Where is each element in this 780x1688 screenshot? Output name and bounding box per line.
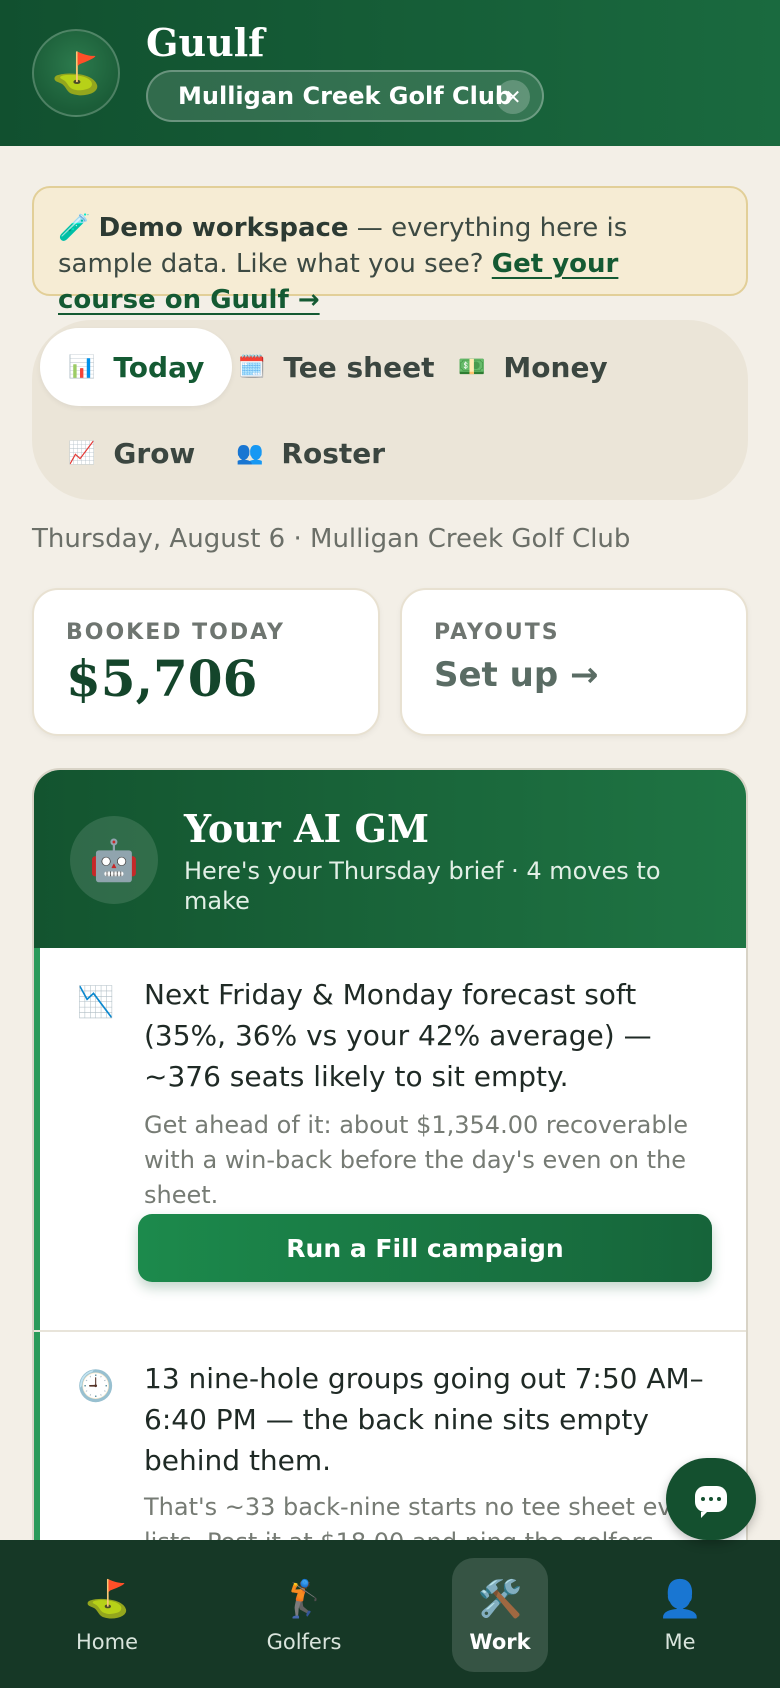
tab-tee-sheet[interactable]: 🗓️ Tee sheet bbox=[210, 328, 462, 406]
golf-flag-logo-icon[interactable]: ⛳ bbox=[32, 29, 120, 117]
ai-gm-title: Your AI GM bbox=[184, 806, 430, 851]
brand-name: Guulf bbox=[146, 20, 265, 65]
tab-today[interactable]: 📊 Today bbox=[40, 328, 233, 406]
tab-grow[interactable]: 📈 Grow bbox=[40, 414, 223, 492]
bar-chart-icon: 📊 bbox=[68, 354, 96, 380]
chart-decreasing-icon: 📉 bbox=[77, 984, 115, 1020]
nav-label: Golfers bbox=[266, 1630, 342, 1654]
booked-today-value: $5,706 bbox=[66, 649, 258, 708]
section-tabs: 📊 Today 🗓️ Tee sheet 💵 Money 📈 Grow 👥 Ro… bbox=[32, 320, 748, 500]
tools-icon: 🛠️ bbox=[477, 1579, 523, 1620]
chat-button[interactable] bbox=[666, 1458, 756, 1540]
calendar-icon: 🗓️ bbox=[238, 354, 266, 380]
date-line: Thursday, August 6 · Mulligan Creek Golf… bbox=[32, 524, 631, 554]
bottom-navigation: ⛳ Home 🏌️ Golfers 🛠️ Work 👤 Me bbox=[0, 1540, 780, 1688]
chat-bubble-icon bbox=[695, 1486, 727, 1518]
payouts-label: PAYOUTS bbox=[434, 620, 560, 645]
tab-label: Grow bbox=[113, 436, 196, 470]
robot-icon: 🤖 bbox=[70, 816, 158, 904]
demo-banner-title: Demo workspace bbox=[98, 213, 349, 243]
logo-glyph: ⛳ bbox=[51, 50, 101, 97]
close-icon[interactable]: ✕ bbox=[496, 80, 530, 114]
nav-golfers[interactable]: 🏌️ Golfers bbox=[256, 1558, 352, 1672]
tab-roster[interactable]: 👥 Roster bbox=[208, 414, 413, 492]
payouts-setup-link[interactable]: Set up → bbox=[434, 655, 714, 695]
clock-icon: 🕘 bbox=[77, 1368, 115, 1404]
booked-today-label: BOOKED TODAY bbox=[66, 620, 285, 645]
money-icon: 💵 bbox=[458, 354, 486, 380]
club-name: Mulligan Creek Golf Club bbox=[178, 82, 513, 110]
tab-label: Tee sheet bbox=[283, 350, 435, 384]
tab-label: Roster bbox=[281, 436, 386, 470]
golfer-icon: 🏌️ bbox=[281, 1579, 327, 1620]
club-selector-pill[interactable]: Mulligan Creek Golf Club ✕ bbox=[146, 70, 544, 122]
tab-money[interactable]: 💵 Money bbox=[430, 328, 636, 406]
ai-gm-subtitle: Here's your Thursday brief · 4 moves to … bbox=[184, 857, 661, 915]
tab-label: Today bbox=[113, 350, 205, 384]
test-tube-icon: 🧪 bbox=[58, 213, 91, 243]
people-icon: 👥 bbox=[236, 440, 264, 466]
demo-workspace-banner: 🧪 Demo workspace — everything here is sa… bbox=[32, 186, 748, 315]
tab-label: Money bbox=[503, 350, 608, 384]
person-icon: 👤 bbox=[657, 1579, 703, 1620]
insight-title: Next Friday & Monday forecast soft (35%,… bbox=[144, 978, 652, 1093]
nav-label: Home bbox=[75, 1630, 138, 1654]
insight-description: Get ahead of it: about $1,354.00 recover… bbox=[144, 1111, 689, 1209]
insight-item: 📉 Next Friday & Monday forecast soft (35… bbox=[34, 948, 746, 1330]
payouts-card[interactable]: PAYOUTS Set up → bbox=[400, 588, 748, 736]
nav-me[interactable]: 👤 Me bbox=[632, 1558, 728, 1672]
nav-label: Me bbox=[664, 1630, 696, 1654]
nav-label: Work bbox=[469, 1630, 531, 1654]
ai-gm-header: 🤖 Your AI GM Here's your Thursday brief … bbox=[34, 770, 746, 948]
trending-up-icon: 📈 bbox=[68, 440, 96, 466]
app-header: ⛳ Guulf Mulligan Creek Golf Club ✕ bbox=[0, 0, 780, 146]
booked-today-card: BOOKED TODAY $5,706 bbox=[32, 588, 380, 736]
insight-title: 13 nine-hole groups going out 7:50 AM–6:… bbox=[144, 1362, 704, 1477]
nav-work[interactable]: 🛠️ Work bbox=[452, 1558, 548, 1672]
run-fill-campaign-button[interactable]: Run a Fill campaign bbox=[138, 1214, 712, 1282]
nav-home[interactable]: ⛳ Home bbox=[59, 1558, 155, 1672]
golf-flag-icon: ⛳ bbox=[84, 1579, 130, 1620]
